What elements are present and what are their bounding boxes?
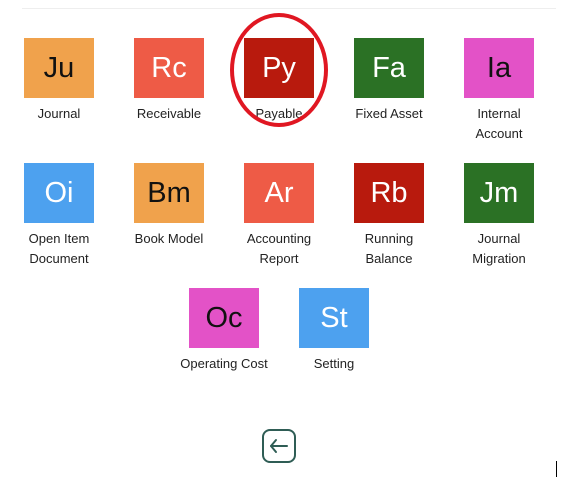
- journal-migration-tile: Jm: [464, 163, 534, 223]
- module-fixed-asset[interactable]: Fa Fixed Asset: [334, 38, 444, 124]
- journal-migration-label: Journal Migration: [472, 231, 526, 266]
- journal-label: Journal: [37, 106, 81, 121]
- running-balance-abbr: Rb: [370, 176, 408, 209]
- open-item-document-label: Open Item Document: [28, 231, 90, 266]
- book-model-tile: Bm: [134, 163, 204, 223]
- internal-account-abbr: Ia: [486, 51, 512, 84]
- module-payable[interactable]: Py Payable: [224, 38, 334, 124]
- module-setting[interactable]: St Setting: [279, 288, 389, 374]
- operating-cost-label: Operating Cost: [180, 356, 268, 371]
- payable-abbr: Py: [262, 51, 296, 84]
- payable-label: Payable: [255, 106, 303, 121]
- accounting-report-label: Accounting Report: [246, 231, 312, 266]
- book-model-label: Book Model: [134, 231, 204, 246]
- module-journal-migration[interactable]: Jm Journal Migration: [444, 163, 554, 269]
- module-operating-cost[interactable]: Oc Operating Cost: [169, 288, 279, 374]
- setting-label: Setting: [313, 356, 355, 371]
- module-internal-account[interactable]: Ia Internal Account: [444, 38, 554, 144]
- module-open-item-document[interactable]: Oi Open Item Document: [4, 163, 114, 269]
- internal-account-tile: Ia: [464, 38, 534, 98]
- running-balance-label: Running Balance: [364, 231, 414, 266]
- module-journal[interactable]: Ju Journal: [4, 38, 114, 124]
- payable-tile: Py: [244, 38, 314, 98]
- setting-tile: St: [299, 288, 369, 348]
- open-item-document-abbr: Oi: [44, 176, 74, 209]
- module-running-balance[interactable]: Rb Running Balance: [334, 163, 444, 269]
- top-divider: [22, 8, 556, 9]
- receivable-label: Receivable: [136, 106, 202, 121]
- journal-migration-abbr: Jm: [479, 176, 519, 209]
- running-balance-tile: Rb: [354, 163, 424, 223]
- arrow-left-icon: [270, 439, 288, 453]
- module-book-model[interactable]: Bm Book Model: [114, 163, 224, 249]
- fixed-asset-tile: Fa: [354, 38, 424, 98]
- setting-abbr: St: [320, 301, 348, 334]
- module-accounting-report[interactable]: Ar Accounting Report: [224, 163, 334, 269]
- open-item-document-tile: Oi: [24, 163, 94, 223]
- operating-cost-tile: Oc: [189, 288, 259, 348]
- text-cursor: [556, 461, 557, 477]
- accounting-report-abbr: Ar: [264, 176, 294, 209]
- journal-abbr: Ju: [43, 51, 75, 84]
- book-model-abbr: Bm: [147, 176, 191, 209]
- accounting-report-tile: Ar: [244, 163, 314, 223]
- operating-cost-abbr: Oc: [205, 301, 243, 334]
- back-button[interactable]: [262, 429, 296, 463]
- receivable-abbr: Rc: [151, 51, 187, 84]
- journal-tile: Ju: [24, 38, 94, 98]
- internal-account-label: Internal Account: [475, 106, 523, 141]
- fixed-asset-abbr: Fa: [372, 51, 406, 84]
- receivable-tile: Rc: [134, 38, 204, 98]
- fixed-asset-label: Fixed Asset: [355, 106, 423, 121]
- module-receivable[interactable]: Rc Receivable: [114, 38, 224, 124]
